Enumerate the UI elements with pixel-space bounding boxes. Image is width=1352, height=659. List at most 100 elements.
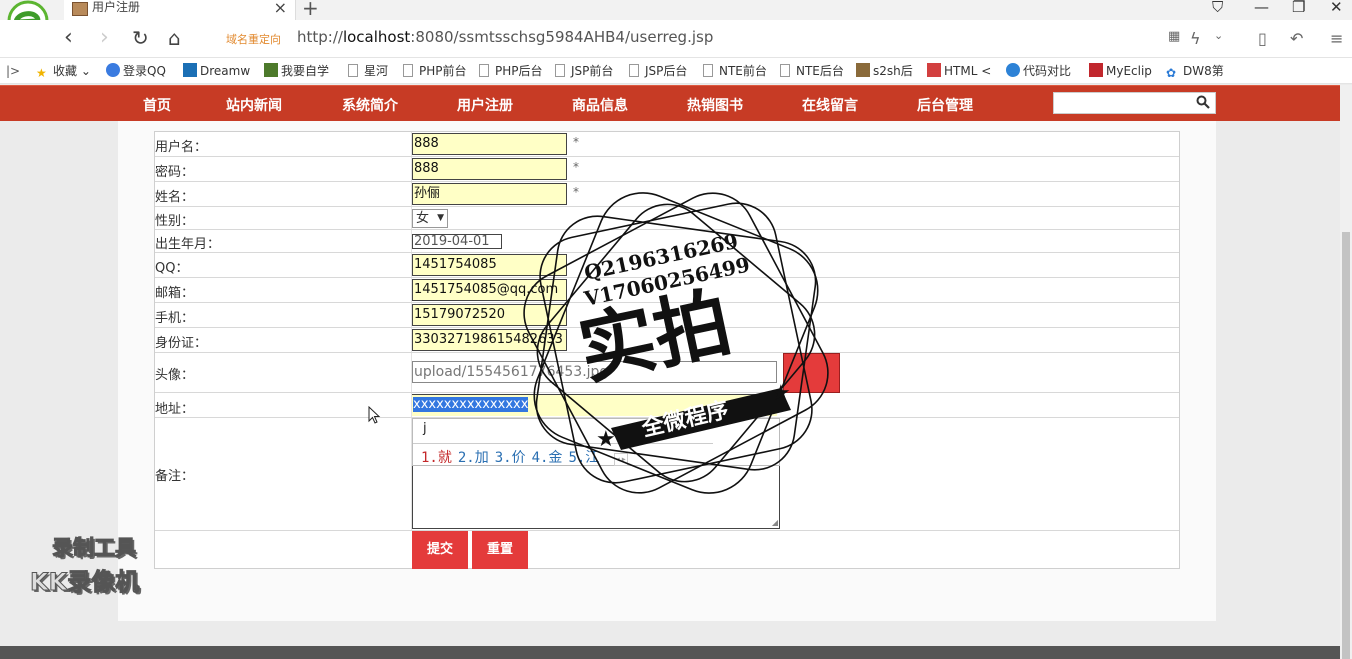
nav-register[interactable]: 用户注册	[457, 95, 513, 115]
reload-icon[interactable]: ↻	[132, 25, 149, 51]
phone-field[interactable]: 15179072520	[412, 304, 567, 326]
qq-field[interactable]: 1451754085	[412, 254, 567, 276]
form-row-password: 密码： 888 *	[155, 157, 1179, 182]
document-icon	[403, 64, 413, 77]
nav-home[interactable]: 首页	[143, 95, 171, 115]
scrollbar-thumb[interactable]	[1342, 232, 1350, 659]
resize-handle-icon[interactable]: ◢	[772, 518, 778, 527]
undo-icon[interactable]: ↶	[1290, 29, 1303, 48]
paw-icon: ✿	[1166, 66, 1177, 80]
ime-candidate[interactable]: 4.金	[532, 450, 563, 466]
sidebar-toggle-icon[interactable]: |>	[6, 62, 20, 80]
close-tab-icon[interactable]: ×	[274, 0, 287, 17]
idcard-field[interactable]: 330327198615482633	[412, 329, 567, 351]
bookmark-item[interactable]: MyEclip	[1089, 62, 1152, 80]
bookmark-item[interactable]: Dreamw	[183, 62, 250, 80]
submit-button[interactable]: 提交	[412, 531, 468, 569]
bookmark-item[interactable]: 登录QQ	[106, 62, 166, 80]
ime-candidate[interactable]: 5.江	[568, 450, 599, 466]
form-row-qq: QQ： 1451754085	[155, 253, 1179, 278]
nav-news[interactable]: 站内新闻	[226, 95, 282, 115]
browser-tab[interactable]: 用户注册 ×	[64, 0, 296, 20]
bookmark-item[interactable]: ✿ DW8第	[1166, 62, 1224, 80]
redirect-label: 域名重定向	[226, 33, 281, 46]
bookmark-item[interactable]: PHP前台	[403, 62, 467, 80]
bookmark-item[interactable]: PHP后台	[479, 62, 543, 80]
birth-date-field[interactable]: 2019-04-01	[412, 234, 502, 249]
nav-bestsellers[interactable]: 热销图书	[687, 95, 743, 115]
ime-composition: j	[423, 421, 427, 436]
bookmark-item[interactable]: 星河	[348, 62, 388, 80]
required-mark: *	[573, 160, 579, 174]
bookmark-item[interactable]: NTE前台	[703, 62, 767, 80]
forward-icon[interactable]: ›	[100, 25, 109, 51]
url-field[interactable]: http://localhost:8080/ssmtsschsg5984AHB4…	[297, 28, 713, 46]
nav-about[interactable]: 系统简介	[342, 95, 398, 115]
bookmark-item[interactable]: JSP前台	[555, 62, 613, 80]
nav-messages[interactable]: 在线留言	[802, 95, 858, 115]
chevron-down-icon[interactable]: ⌄	[1214, 29, 1223, 42]
registration-form: 用户名： 888 * 密码： 888 * 姓名： 孙俪 * 性别： 女 ▼ 出生年…	[154, 131, 1180, 569]
email-field[interactable]: 1451754085@qq.com	[412, 279, 567, 301]
form-row-username: 用户名： 888 *	[155, 132, 1179, 157]
menu-icon[interactable]: ≡	[1330, 29, 1343, 48]
ime-page-arrows-icon[interactable]: ◂▸	[613, 453, 628, 466]
url-path: :8080/ssmtsschsg5984AHB4/userreg.jsp	[410, 28, 714, 46]
qr-icon[interactable]: ▦	[1168, 29, 1180, 44]
form-row-idcard: 身份证： 330327198615482633	[155, 328, 1179, 353]
nav-admin[interactable]: 后台管理	[917, 95, 973, 115]
selected-text: xxxxxxxxxxxxxxx	[413, 397, 529, 412]
ime-candidate[interactable]: 2.加	[458, 450, 489, 466]
bookmark-item[interactable]: 代码对比	[1006, 62, 1071, 80]
document-icon	[629, 64, 639, 77]
minimize-icon[interactable]: —	[1254, 0, 1269, 16]
avatar-path-field[interactable]: upload/1554561776453.jpg	[412, 361, 777, 383]
bookmark-item[interactable]: HTML <	[927, 62, 991, 80]
restore-icon[interactable]: ❐	[1292, 0, 1305, 16]
document-icon	[780, 64, 790, 77]
image-icon	[856, 63, 870, 77]
avatar-label: 头像：	[155, 368, 195, 383]
nav-products[interactable]: 商品信息	[572, 95, 628, 115]
compare-icon	[1006, 63, 1020, 77]
recorder-watermark: 录制工具 KK录像机	[29, 532, 139, 597]
email-label: 邮箱：	[155, 286, 195, 301]
ime-candidates: 1.就 2.加 3.价 4.金 5.江 ◂▸	[421, 447, 628, 467]
form-row-address: 地址： xxxxxxxxxxxxxxx	[155, 393, 1179, 418]
star-icon: ★	[36, 66, 47, 80]
dreamweaver-icon	[183, 63, 197, 77]
tab-title: 用户注册	[92, 0, 141, 14]
new-tab-icon[interactable]: +	[302, 0, 319, 20]
username-label: 用户名：	[155, 140, 208, 155]
form-row-avatar: 头像： upload/1554561776453.jpg	[155, 353, 1179, 393]
username-field[interactable]: 888	[412, 133, 567, 155]
shirt-icon[interactable]: ⛉	[1212, 0, 1223, 16]
bookmark-item[interactable]: NTE后台	[780, 62, 844, 80]
gender-select[interactable]: 女 ▼	[412, 209, 448, 228]
search-icon[interactable]	[1196, 95, 1210, 109]
vertical-scrollbar[interactable]	[1340, 85, 1352, 659]
document-icon	[348, 64, 358, 77]
bookmark-item[interactable]: JSP后台	[629, 62, 687, 80]
watermark-line1: 录制工具	[51, 536, 136, 561]
ime-candidate[interactable]: 1.就	[421, 450, 452, 466]
lightning-icon[interactable]: ϟ	[1190, 29, 1201, 48]
reset-button[interactable]: 重置	[472, 531, 528, 569]
required-mark: *	[573, 135, 579, 149]
reading-mode-icon[interactable]: ▯	[1258, 29, 1267, 48]
upload-button[interactable]	[783, 353, 840, 393]
search-input[interactable]	[1053, 92, 1216, 114]
page-favicon-icon	[72, 2, 88, 16]
bookmark-item[interactable]: s2sh后	[856, 62, 913, 80]
address-field[interactable]: xxxxxxxxxxxxxxx	[412, 394, 777, 416]
name-field[interactable]: 孙俪	[412, 183, 567, 205]
password-field[interactable]: 888	[412, 158, 567, 180]
home-icon[interactable]: ⌂	[168, 25, 181, 51]
bookmark-item[interactable]: 我要自学	[264, 62, 329, 80]
back-icon[interactable]: ‹	[64, 25, 73, 51]
bookmark-favorites[interactable]: ★ 收藏 ⌄	[36, 62, 91, 80]
ime-candidate[interactable]: 3.价	[495, 450, 526, 466]
close-window-icon[interactable]: ✕	[1330, 0, 1343, 16]
form-row-email: 邮箱： 1451754085@qq.com	[155, 278, 1179, 303]
form-row-phone: 手机： 15179072520	[155, 303, 1179, 328]
